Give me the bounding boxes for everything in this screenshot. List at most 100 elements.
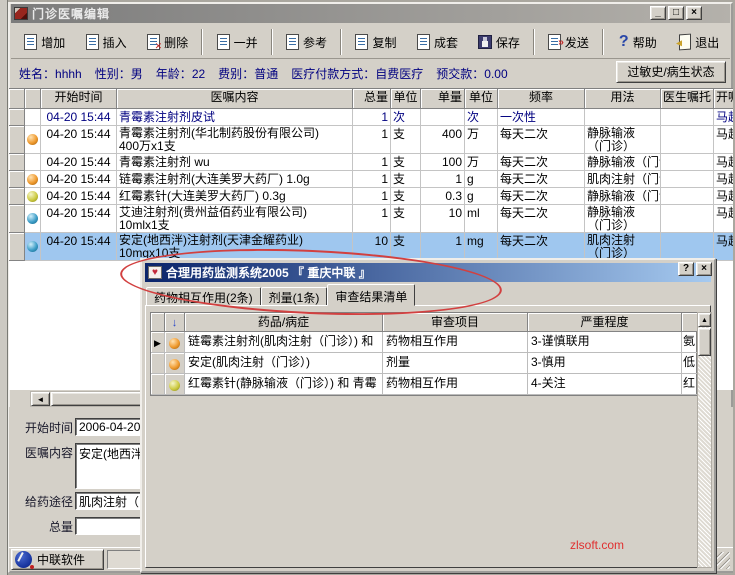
status-dot-orange-icon <box>169 337 180 349</box>
cell-item: 剂量 <box>383 353 528 374</box>
cell-doctor-note <box>661 188 714 205</box>
patient-name: 姓名hhhh <box>19 65 82 82</box>
window-controls: _ □ × <box>650 6 702 20</box>
status-dot-teal-icon <box>27 213 38 224</box>
delete-button[interactable]: 删除 <box>137 28 198 56</box>
cell-doctor: 马超 <box>714 171 733 188</box>
alerts-header-row: ↓ 药品/病症 审查项目 严重程度 <box>151 313 698 332</box>
minimize-button[interactable]: _ <box>650 6 666 20</box>
allergy-history-button[interactable]: 过敏史/病生状态 <box>616 61 726 83</box>
dialog-titlebar[interactable]: ♥ 合理用药监测系统2005 『 重庆中联 』 <box>145 263 711 282</box>
cell-extra: 氨 <box>682 332 698 353</box>
reference-doc-icon <box>286 34 300 50</box>
dialog-help-button[interactable]: ? <box>678 262 694 276</box>
header-rowmark <box>9 89 25 109</box>
header-unit: 单位 <box>391 89 421 109</box>
cell-usage: 肌肉注射（门诊） <box>585 233 661 261</box>
tab-dosage[interactable]: 剂量(1条) <box>260 287 328 306</box>
cell-dose: 1 <box>421 233 465 261</box>
header-doctor-note: 医生嘱托 <box>661 89 714 109</box>
cell-time: 04-20 15:44 <box>41 109 117 126</box>
cell-doctor-note <box>661 109 714 126</box>
cell-dose-unit: g <box>465 171 498 188</box>
cell-content: 青霉素注射剂 wu <box>117 154 353 171</box>
toolbar: 增加 插入 删除 一并 参考 复制 成套 保存 发送 ?帮助 退出 <box>11 26 730 59</box>
insert-button[interactable]: 插入 <box>75 28 136 56</box>
cell-doctor: 马超 <box>714 109 733 126</box>
cell-doctor: 马超 <box>714 205 733 233</box>
order-row[interactable]: 04-20 15:44 青霉素注射剂(华北制药股份有限公司) 400万x1支 1 … <box>9 126 733 154</box>
add-button[interactable]: 增加 <box>14 28 75 56</box>
reference-label: 参考 <box>303 35 328 50</box>
tab-review-results[interactable]: 审查结果清单 <box>327 284 416 306</box>
scrollbar-thumb[interactable] <box>698 328 711 356</box>
header-start-time: 开始时间 <box>41 89 117 109</box>
toolbar-separator <box>201 29 204 55</box>
merge-label: 一并 <box>233 35 258 50</box>
cell-content: 青霉素注射剂皮试 <box>117 109 353 126</box>
header-doctor: 开嘱医生 <box>714 89 733 109</box>
scroll-left-arrow-icon[interactable]: ◄ <box>31 392 50 406</box>
exit-button[interactable]: 退出 <box>669 28 730 56</box>
order-row[interactable]: 04-20 15:44 青霉素注射剂皮试 1 次 次 一次性 马超 <box>9 109 733 126</box>
merge-button[interactable]: 一并 <box>206 28 267 56</box>
zlsoft-brand-button[interactable]: 中联软件 <box>11 549 104 570</box>
dialog-tab-panel: ↓ 药品/病症 审查项目 严重程度 ▶ 链霉素注射剂(肌肉注射（门诊）) 和 药… <box>145 305 712 568</box>
alert-row[interactable]: ▶ 链霉素注射剂(肌肉注射（门诊）) 和 药物相互作用 3-谨慎联用 氨 <box>151 332 698 353</box>
header-usage: 用法 <box>585 89 661 109</box>
alerts-header-severity: 严重程度 <box>528 313 682 332</box>
cell-indicator <box>165 374 185 395</box>
cell-unit: 支 <box>391 171 421 188</box>
dialog-close-button[interactable]: × <box>696 262 712 276</box>
patient-gender: 性别男 <box>95 65 143 82</box>
cell-dose: 100 <box>421 154 465 171</box>
cell-usage: 静脉输液（门诊） <box>585 154 661 171</box>
close-button[interactable]: × <box>686 6 702 20</box>
merge-doc-icon <box>216 34 230 50</box>
maximize-button[interactable]: □ <box>668 6 684 20</box>
order-row[interactable]: 04-20 15:44 艾迪注射剂(贵州益佰药业有限公司) 10mlx1支 1 支… <box>9 205 733 233</box>
scroll-up-arrow-icon[interactable]: ▲ <box>698 313 711 327</box>
patient-deposit: 预交款0.00 <box>436 65 507 82</box>
cell-doctor-note <box>661 233 714 261</box>
help-button[interactable]: ? 帮助 <box>607 28 668 56</box>
order-row[interactable]: 04-20 15:44 红霉素针(大连美罗大药厂) 0.3g 1 支 0.3 g… <box>9 188 733 205</box>
save-button[interactable]: 保存 <box>468 28 529 56</box>
alert-row[interactable]: 红霉素针(静脉输液（门诊）) 和 青霉 药物相互作用 4-关注 红 <box>151 374 698 395</box>
brand-label: 中联软件 <box>37 553 86 567</box>
insert-label: 插入 <box>102 35 127 50</box>
sort-down-icon: ↓ <box>171 317 178 329</box>
cell-doctor-note <box>661 205 714 233</box>
cell-indicator <box>25 126 41 154</box>
reference-button[interactable]: 参考 <box>276 28 337 56</box>
cell-mark <box>151 374 165 395</box>
order-row-selected[interactable]: 04-20 15:44 安定(地西泮)注射剂(天津金耀药业) 10mgx10支 1… <box>9 233 733 261</box>
cell-frequency: 每天二次 <box>498 188 585 205</box>
cell-frequency: 每天二次 <box>498 205 585 233</box>
window-title: 门诊医嘱编辑 <box>32 7 111 21</box>
alert-row[interactable]: 安定(肌肉注射（门诊）) 剂量 3-慎用 低 <box>151 353 698 374</box>
toolbar-separator <box>532 29 535 55</box>
cell-dose-unit: 万 <box>465 126 498 154</box>
cell-indicator <box>165 332 185 353</box>
cell-indicator <box>165 353 185 374</box>
suite-button[interactable]: 成套 <box>407 28 468 56</box>
cell-severity: 3-慎用 <box>528 353 682 374</box>
cell-frequency: 每天二次 <box>498 154 585 171</box>
send-button[interactable]: 发送 <box>538 28 599 56</box>
copy-button[interactable]: 复制 <box>345 28 406 56</box>
cell-indicator <box>25 154 41 171</box>
header-content: 医嘱内容 <box>117 89 353 109</box>
alerts-header-item: 审查项目 <box>383 313 528 332</box>
alerts-vertical-scrollbar[interactable]: ▲ <box>697 312 712 568</box>
tab-drug-interaction[interactable]: 药物相互作用(2条) <box>146 287 261 306</box>
cell-doctor: 马超 <box>714 126 733 154</box>
cell-doctor-note <box>661 171 714 188</box>
route-label: 给药途径 <box>24 495 73 509</box>
order-row[interactable]: 04-20 15:44 链霉素注射剂(大连美罗大药厂) 1.0g 1 支 1 g… <box>9 171 733 188</box>
main-titlebar[interactable]: 门诊医嘱编辑 _ □ × <box>11 4 730 23</box>
status-dot-orange-icon <box>169 358 180 370</box>
cell-item: 药物相互作用 <box>383 332 528 353</box>
order-row[interactable]: 04-20 15:44 青霉素注射剂 wu 1 支 100 万 每天二次 静脉输… <box>9 154 733 171</box>
window-icon <box>14 7 28 20</box>
